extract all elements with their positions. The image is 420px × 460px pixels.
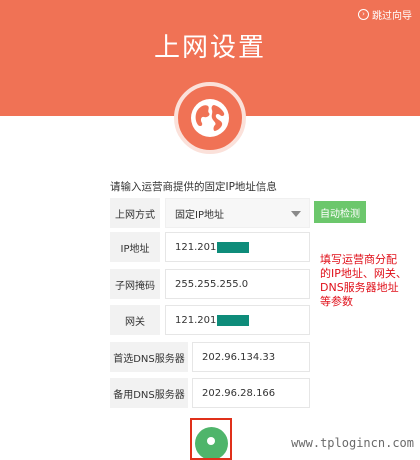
page-title: 上网设置 — [153, 33, 266, 63]
subnet-row: 子网掩码 255.255.255.0 — [110, 269, 310, 299]
site-watermark: www.tplogincn.com — [291, 436, 414, 450]
gateway-field[interactable]: 121.201 — [165, 305, 310, 335]
subnet-mask-field[interactable]: 255.255.255.0 — [165, 269, 310, 299]
skip-arrow-icon: › — [358, 9, 369, 20]
gateway-row: 网关 121.201 — [110, 305, 310, 335]
dns-secondary-row: 备用DNS服务器 202.96.28.166 — [110, 378, 310, 408]
connection-type-select[interactable]: 固定IP地址 — [165, 198, 310, 228]
subnet-label: 子网掩码 — [110, 269, 160, 299]
skip-wizard-button[interactable]: › 跳过向导 — [358, 7, 412, 22]
connection-type-row: 上网方式 固定IP地址 — [110, 198, 310, 228]
dns-primary-field[interactable]: 202.96.134.33 — [192, 342, 310, 372]
dns-primary-row: 首选DNS服务器 202.96.134.33 — [110, 342, 310, 372]
globe-badge — [174, 82, 246, 154]
gateway-value: 121.201 — [175, 314, 217, 326]
dns-secondary-field[interactable]: 202.96.28.166 — [192, 378, 310, 408]
gateway-label: 网关 — [110, 305, 160, 335]
chevron-down-icon — [291, 211, 301, 217]
ip-label: IP地址 — [110, 232, 160, 262]
next-notch — [207, 437, 215, 445]
ip-address-field[interactable]: 121.201 — [165, 232, 310, 262]
skip-wizard-label: 跳过向导 — [372, 11, 412, 22]
ip-address-value: 121.201 — [175, 241, 217, 253]
auto-detect-button[interactable]: 自动检测 — [314, 201, 366, 223]
redaction-mark — [217, 241, 250, 253]
dns-secondary-label: 备用DNS服务器 — [110, 378, 188, 408]
redaction-mark — [217, 314, 250, 326]
form-prompt: 请输入运营商提供的固定IP地址信息 — [110, 181, 277, 193]
next-button[interactable] — [190, 418, 232, 460]
connection-type-value: 固定IP地址 — [175, 209, 224, 221]
dns-primary-label: 首选DNS服务器 — [110, 342, 188, 372]
globe-icon — [191, 99, 229, 137]
connection-type-label: 上网方式 — [110, 198, 160, 228]
ip-row: IP地址 121.201 — [110, 232, 310, 262]
instruction-annotation: 填写运营商分配 的IP地址、网关、 DNS服务器地址 等参数 — [320, 253, 407, 308]
